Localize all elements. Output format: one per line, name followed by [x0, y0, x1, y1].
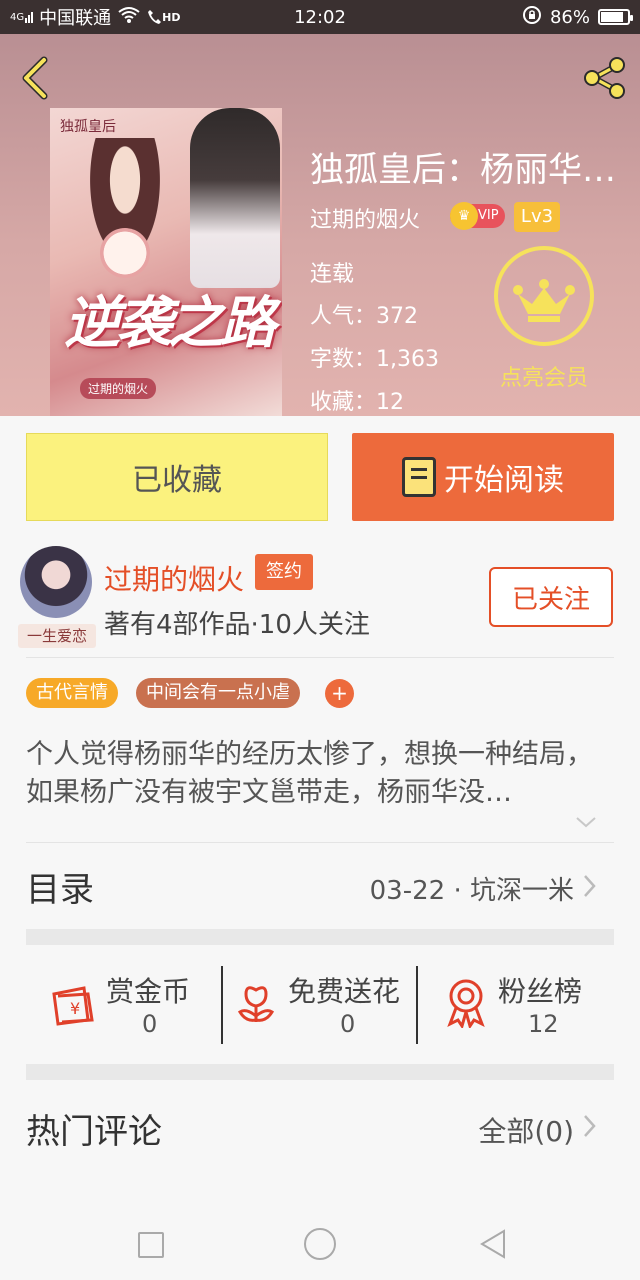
author-avatar[interactable]: [20, 546, 92, 618]
free-flower-value: 0: [340, 1010, 356, 1038]
crown-icon: ♛: [450, 202, 478, 230]
avatar-tag: 一生爱恋: [18, 624, 96, 648]
author-stats: 著有4部作品·10人关注: [104, 610, 370, 640]
tag-chip[interactable]: 中间会有一点小虐: [136, 678, 300, 708]
vip-label: VIP: [478, 208, 499, 223]
triangle-back-icon: [480, 1229, 505, 1259]
follow-button[interactable]: 已关注: [489, 567, 613, 627]
wifi-icon: [117, 6, 141, 29]
battery-percent: 86%: [549, 6, 590, 28]
start-reading-button[interactable]: 开始阅读: [352, 433, 614, 521]
book-author[interactable]: 过期的烟火: [310, 202, 420, 234]
network-type-label: 4G: [10, 11, 25, 23]
all-comments-link[interactable]: 全部(0): [478, 1110, 574, 1150]
start-reading-label: 开始阅读: [444, 463, 564, 498]
book-title: 独孤皇后：杨丽华…: [310, 150, 616, 190]
stat-separator: [416, 966, 418, 1044]
book-header: 独孤皇后 逆袭之路 过期的烟火 独孤皇后：杨丽华… 过期的烟火 ♛ VIP Lv…: [0, 34, 640, 416]
battery-icon: [598, 9, 633, 25]
recent-apps-button[interactable]: [138, 1232, 164, 1258]
add-tag-button[interactable]: +: [325, 679, 354, 708]
back-button[interactable]: [16, 56, 56, 100]
share-icon: [584, 57, 625, 99]
section-divider: [26, 1064, 614, 1080]
chevron-down-icon: [576, 817, 596, 828]
catalog-title[interactable]: 目录: [26, 862, 94, 911]
book-cover[interactable]: 独孤皇后 逆袭之路 过期的烟火: [50, 108, 282, 416]
tag-chip[interactable]: 古代言情: [26, 678, 118, 708]
level-badge: Lv3: [514, 202, 560, 232]
hot-comments-title: 热门评论: [26, 1112, 162, 1152]
cover-big-title: 逆袭之路: [64, 290, 276, 356]
member-crown-button[interactable]: [494, 246, 594, 346]
chevron-right-icon: [580, 872, 600, 900]
member-label[interactable]: 点亮会员: [478, 360, 610, 392]
book-description[interactable]: 个人觉得杨丽华的经历太惨了，想换一种结局，如果杨广没有被宇文邕带走，杨丽华没…: [26, 736, 606, 812]
hd-call-icon: HD: [147, 9, 180, 25]
vip-badge: ♛ VIP: [450, 202, 505, 230]
crown-icon: [513, 279, 575, 322]
divider: [26, 842, 614, 843]
reward-coins-stat[interactable]: ¥ 赏金币 0: [50, 962, 210, 1048]
chevron-right-icon: [580, 1112, 600, 1140]
hd-label: HD: [162, 10, 181, 24]
cover-author-tag: 过期的烟火: [80, 378, 157, 399]
cover-fan: [100, 228, 150, 278]
section-divider: [26, 929, 614, 945]
fan-ranking-stat[interactable]: 粉丝榜 12: [444, 962, 604, 1048]
popularity: 人气：372: [310, 304, 418, 329]
fan-ranking-value: 12: [528, 1010, 559, 1038]
reward-coin-icon: ¥: [52, 986, 94, 1026]
cover-figure-right: [190, 108, 280, 288]
divider: [26, 657, 614, 658]
signed-badge: 签约: [255, 554, 313, 590]
word-count: 字数：1,363: [310, 347, 439, 372]
free-flower-label: 免费送花: [288, 975, 401, 1008]
favorites-count: 收藏：12: [310, 390, 404, 415]
cover-small-title: 独孤皇后: [60, 119, 116, 135]
reward-coins-label: 赏金币: [106, 975, 191, 1008]
flower-icon: [237, 986, 275, 1022]
home-button[interactable]: [304, 1228, 336, 1260]
share-button[interactable]: [580, 54, 628, 102]
author-name[interactable]: 过期的烟火: [104, 558, 244, 598]
svg-text:¥: ¥: [70, 999, 80, 1018]
serial-status: 连载: [310, 262, 355, 287]
rotation-lock-icon: [522, 5, 542, 30]
latest-chapter[interactable]: 03-22 · 坑深一米: [370, 870, 574, 907]
stat-separator: [221, 966, 223, 1044]
back-nav-button[interactable]: [478, 1228, 508, 1264]
free-flower-stat[interactable]: 免费送花 0: [236, 962, 416, 1048]
book-icon: [402, 457, 436, 497]
battery-level-fill: [601, 12, 624, 22]
signal-icon: 4G: [10, 11, 34, 23]
expand-description-button[interactable]: [574, 812, 598, 832]
reward-coins-value: 0: [142, 1010, 158, 1038]
carrier-label: 中国联通: [39, 8, 112, 29]
ribbon-medal-icon: [447, 979, 485, 1028]
fan-ranking-label: 粉丝榜: [498, 975, 583, 1008]
status-bar: 4G 中国联通 HD 12:02 86%: [0, 0, 640, 34]
chevron-left-icon: [22, 56, 48, 100]
system-nav-bar: [0, 1208, 640, 1280]
collected-button[interactable]: 已收藏: [26, 433, 328, 521]
